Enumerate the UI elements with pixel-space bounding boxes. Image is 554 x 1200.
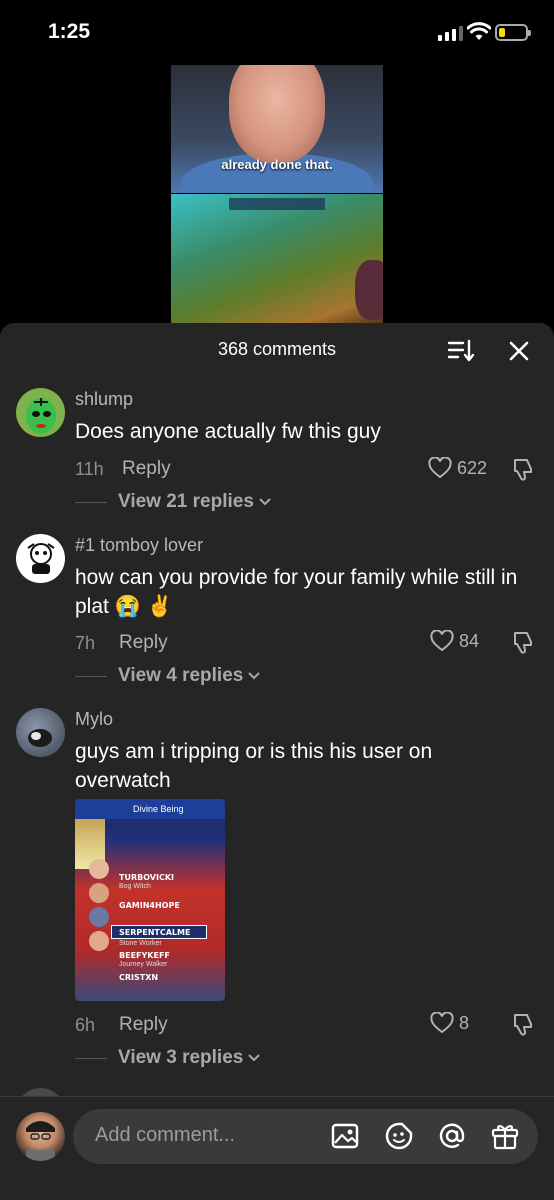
like-count: 8 [459, 1012, 470, 1033]
comment-composer: Add comment... [0, 1096, 554, 1200]
like-button[interactable]: 84 [430, 630, 479, 652]
chevron-down-icon [248, 1054, 261, 1062]
avatar[interactable] [16, 534, 65, 583]
battery-icon [495, 24, 531, 41]
view-replies-button[interactable]: View 4 replies [75, 665, 261, 687]
wifi-icon [467, 22, 491, 40]
video-frame-gameplay[interactable] [171, 194, 383, 326]
comments-sheet: 368 comments shlump Does anyone actually… [0, 323, 554, 1200]
image-player-name: CRISTXN [119, 973, 159, 982]
image-player-name: SERPENTCALME [119, 928, 191, 937]
comment-text: guys am i tripping or is this his user o… [75, 740, 433, 792]
chevron-down-icon [259, 498, 271, 506]
status-time: 1:25 [48, 20, 91, 43]
comment-text: how can you provide for your family whil… [75, 566, 518, 618]
comments-header: 368 comments [0, 323, 554, 379]
avatar[interactable] [16, 388, 65, 437]
view-replies-label: View 4 replies [118, 665, 244, 686]
view-replies-button[interactable]: View 21 replies [75, 491, 272, 513]
reply-button[interactable]: Reply [119, 1014, 168, 1036]
comment-username[interactable]: Mylo [75, 709, 113, 730]
comment-username[interactable]: shlump [75, 389, 133, 410]
dislike-icon[interactable] [510, 457, 534, 481]
like-count: 84 [459, 630, 480, 651]
image-player-name: TURBOVICKI [119, 873, 175, 882]
image-icon[interactable] [330, 1121, 360, 1151]
user-avatar[interactable] [16, 1112, 65, 1161]
comment-input[interactable]: Add comment... [73, 1109, 538, 1164]
status-bar: 1:25 [0, 0, 554, 64]
dislike-icon[interactable] [510, 630, 534, 654]
replies-divider [75, 675, 107, 677]
like-count: 622 [457, 457, 488, 478]
comment-input-placeholder: Add comment... [95, 1124, 236, 1146]
sticker-icon[interactable] [384, 1121, 414, 1151]
gift-icon[interactable] [490, 1121, 520, 1151]
image-player-title: Journey Walker [119, 961, 168, 968]
replies-divider [75, 1057, 107, 1059]
video-frame-top[interactable]: already done that. [171, 65, 383, 193]
dislike-icon[interactable] [510, 1012, 534, 1036]
reply-button[interactable]: Reply [122, 458, 171, 480]
like-button[interactable]: 8 [430, 1012, 469, 1034]
image-player-title: Bog Witch [119, 883, 151, 890]
comment-age: 11h [75, 459, 104, 479]
image-player-name: GAMIN4HOPE [119, 901, 180, 910]
close-icon[interactable] [505, 337, 533, 365]
game-hud [229, 198, 325, 210]
comment-age: 6h [75, 1015, 96, 1035]
cellular-signal-icon [438, 26, 463, 41]
image-player-title: Stone Worker [119, 940, 162, 947]
mention-icon[interactable] [437, 1121, 467, 1151]
view-replies-label: View 21 replies [118, 491, 254, 512]
sort-icon[interactable] [446, 337, 476, 365]
image-portrait-column [89, 859, 113, 979]
comment-username[interactable]: #1 tomboy lover [75, 535, 203, 556]
replies-divider [75, 501, 107, 503]
video-caption: already done that. [221, 157, 333, 172]
reply-button[interactable]: Reply [119, 632, 168, 654]
view-replies-label: View 3 replies [118, 1047, 244, 1068]
comment-age: 7h [75, 633, 96, 653]
avatar[interactable] [16, 708, 65, 757]
image-player-name: BEEFYKEFF [119, 951, 170, 960]
heart-icon [430, 1012, 454, 1034]
heart-icon [428, 457, 452, 479]
video-face [229, 65, 325, 163]
game-character [355, 260, 383, 320]
image-header-text: Divine Being [133, 804, 184, 814]
comment-attached-image[interactable]: Divine Being TURBOVICKI Bog Witch GAMIN4… [75, 799, 225, 1001]
view-replies-button[interactable]: View 3 replies [75, 1047, 261, 1069]
comment-text: Does anyone actually fw this guy [75, 420, 381, 443]
chevron-down-icon [248, 672, 261, 680]
like-button[interactable]: 622 [428, 457, 487, 479]
heart-icon [430, 630, 454, 652]
